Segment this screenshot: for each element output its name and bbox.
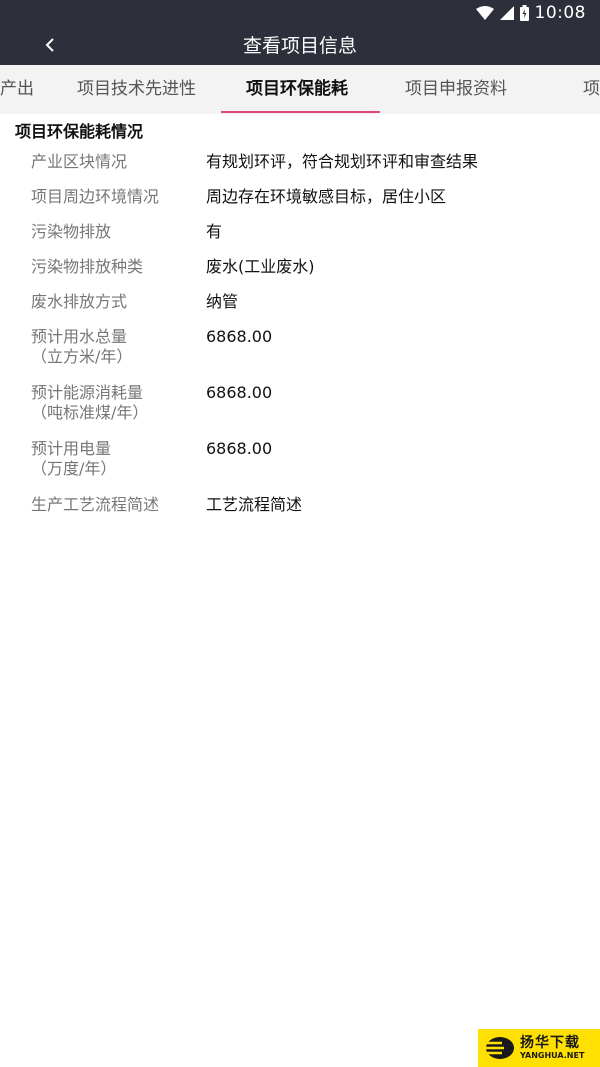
tab-output[interactable]: 产出	[0, 65, 34, 114]
row-value: 6868.00	[206, 383, 273, 402]
row-label: 预计能源消耗量 （吨标准煤/年）	[31, 383, 149, 422]
watermark-url: YANGHUA.NET	[520, 1051, 585, 1060]
tab-indicator	[221, 111, 380, 113]
row-value: 6868.00	[206, 439, 273, 458]
battery-icon	[519, 5, 529, 21]
tab-environment-energy[interactable]: 项目环保能耗	[246, 65, 348, 114]
row-value: 有规划环评，符合规划环评和审查结果	[206, 152, 479, 171]
tab-tech-advancement[interactable]: 项目技术先进性	[77, 65, 196, 114]
watermark-name: 扬华下载	[520, 1035, 580, 1051]
watermark-logo: 扬华下载 YANGHUA.NET	[478, 1029, 600, 1067]
row-label: 预计用水总量 （立方米/年）	[31, 327, 133, 366]
chevron-left-icon	[45, 37, 55, 56]
row-label: 污染物排放种类	[31, 257, 144, 276]
page-title: 查看项目信息	[242, 35, 357, 57]
row-label: 废水排放方式	[31, 292, 128, 311]
back-button[interactable]	[36, 27, 64, 65]
status-time: 10:08	[534, 3, 586, 23]
row-label: 项目周边环境情况	[31, 187, 160, 206]
row-label: 生产工艺流程简述	[31, 495, 160, 514]
row-label: 预计用电量 （万度/年）	[31, 439, 117, 478]
row-value: 周边存在环境敏感目标，居住小区	[206, 187, 447, 206]
status-bar: 10:08	[0, 0, 600, 27]
row-value: 工艺流程简述	[206, 495, 303, 514]
status-icons: 10:08	[475, 3, 587, 23]
row-value: 6868.00	[206, 327, 273, 346]
tab-application-docs[interactable]: 项目申报资料	[405, 65, 507, 114]
watermark-text: 扬华下载 YANGHUA.NET	[520, 1036, 584, 1060]
yanghua-logo-icon	[478, 1029, 520, 1067]
tab-next[interactable]: 项	[583, 65, 600, 114]
wifi-icon	[475, 6, 494, 20]
app-bar: 查看项目信息	[0, 27, 600, 65]
row-label: 产业区块情况	[31, 152, 128, 171]
row-value: 有	[206, 222, 223, 241]
section-title: 项目环保能耗情况	[15, 122, 144, 141]
tab-bar: 产出 项目技术先进性 项目环保能耗 项目申报资料 项	[0, 65, 600, 114]
signal-icon	[499, 6, 514, 20]
row-value: 纳管	[206, 292, 239, 311]
row-value: 废水(工业废水)	[206, 257, 315, 276]
row-label: 污染物排放	[31, 222, 112, 241]
